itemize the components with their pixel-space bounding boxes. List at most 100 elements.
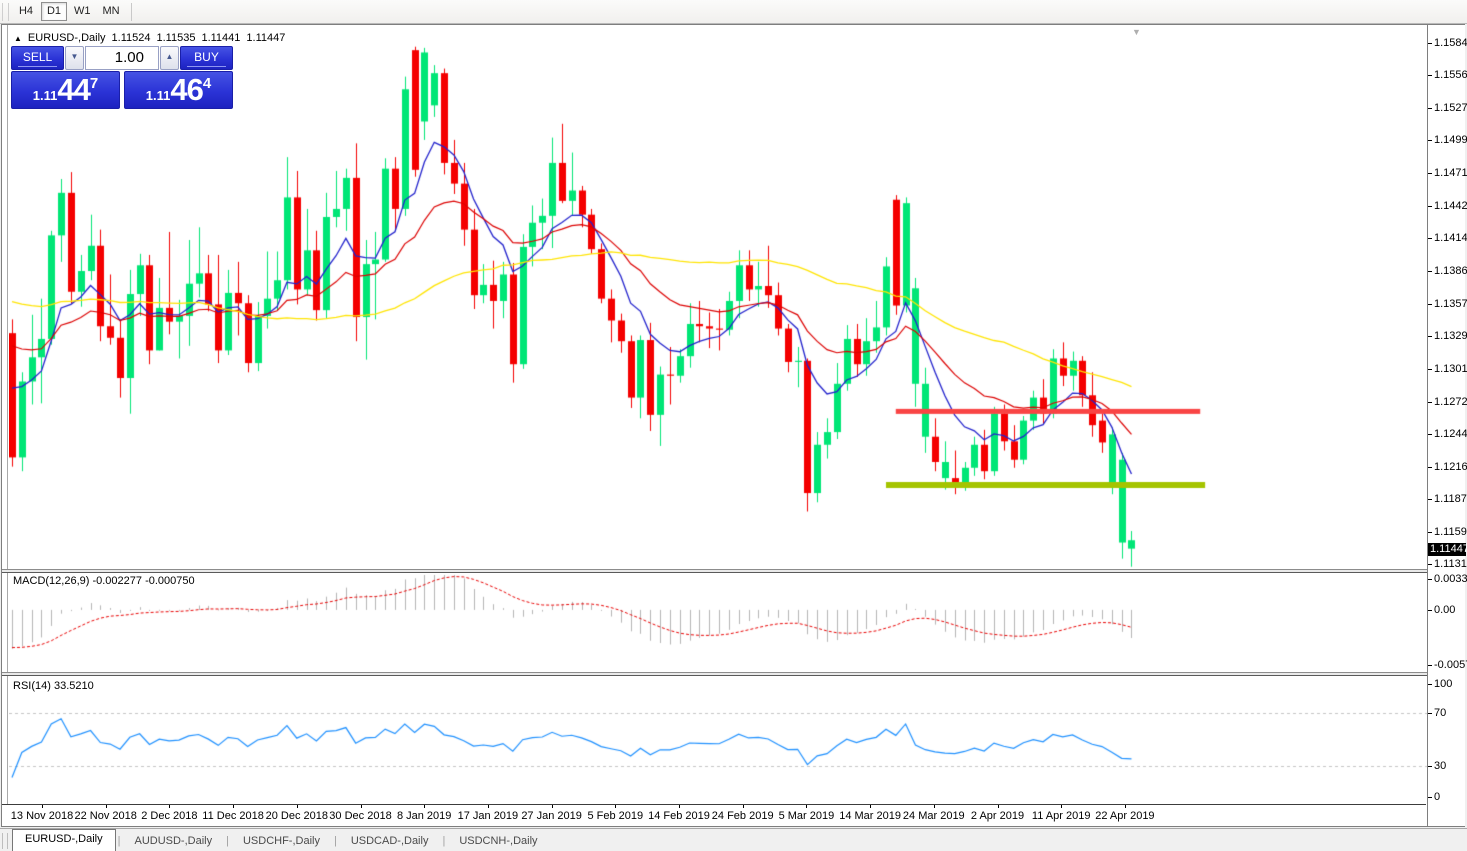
macd-indicator-canvas[interactable]	[9, 572, 1427, 672]
date-tick-label: 2 Dec 2018	[141, 810, 198, 822]
date-tick-label: 14 Feb 2019	[648, 810, 710, 822]
current-price-tag: 1.11447	[1428, 542, 1467, 556]
quote-low: 1.11441	[201, 32, 241, 44]
chart-tab-eurusd[interactable]: EURUSD-,Daily	[12, 829, 116, 851]
macd-label: MACD(12,26,9) -0.002277 -0.000750	[13, 575, 195, 587]
buy-price-button[interactable]: 1.11 46 4	[124, 71, 233, 109]
date-tick-label: 20 Dec 2018	[265, 810, 328, 822]
rsi-axis-label: 70	[1428, 707, 1466, 719]
tab-separator: |	[333, 835, 337, 847]
sell-price-pip: 7	[89, 75, 99, 92]
date-tick	[1061, 805, 1063, 808]
timeframe-toolbar: H4 D1 W1 MN	[0, 0, 1467, 24]
date-tick	[105, 805, 107, 808]
date-tick	[233, 805, 235, 808]
date-tick-label: 5 Mar 2019	[778, 810, 835, 822]
toolbar-grip[interactable]	[2, 2, 9, 21]
volume-input[interactable]: 1.00	[85, 46, 159, 70]
date-tick	[679, 805, 680, 808]
date-tick-label: 24 Feb 2019	[711, 810, 774, 822]
date-tick	[997, 805, 999, 808]
buy-button[interactable]: BUY	[180, 46, 233, 70]
tab-separator: |	[117, 835, 121, 847]
chart-tab-bar: EURUSD-,Daily | AUDUSD-,Daily | USDCHF-,Dail…	[0, 828, 1467, 851]
date-tick	[742, 805, 744, 808]
date-tick-label: 22 Apr 2019	[1095, 810, 1155, 822]
date-tick-label: 13 Nov 2018	[10, 810, 74, 822]
rsi-axis-label: 0	[1428, 791, 1466, 803]
chart-shift-marker-icon[interactable]: ▼	[1132, 27, 1141, 37]
date-tick-label: 2 Apr 2019	[970, 810, 1025, 822]
tab-separator: |	[442, 835, 446, 847]
date-tick	[933, 805, 935, 808]
date-tick	[551, 805, 553, 808]
toolbar-separator	[130, 2, 132, 21]
buy-price-prefix: 1.11	[145, 88, 171, 103]
tab-bar-grip	[2, 833, 8, 849]
quote-high: 1.11535	[156, 32, 196, 44]
date-tick-label: 24 Mar 2019	[902, 810, 965, 822]
price-tick-label: 1.12445	[1428, 428, 1467, 440]
price-tick-label: 1.14995	[1428, 134, 1467, 146]
volume-increase-button[interactable]: ▲	[160, 46, 179, 70]
date-tick	[806, 805, 808, 808]
date-tick	[360, 805, 362, 808]
date-tick	[1124, 805, 1126, 808]
price-tick-label: 1.14710	[1428, 167, 1467, 179]
price-tick-label: 1.15275	[1428, 102, 1467, 114]
chart-tab-usdcad[interactable]: USDCAD-,Daily	[339, 832, 441, 851]
date-axis[interactable]: 13 Nov 2018 22 Nov 2018 2 Dec 2018 11 Dec 2…	[2, 804, 1426, 826]
chart-tab-usdcnh[interactable]: USDCNH-,Daily	[447, 832, 549, 851]
price-tick-label: 1.11595	[1428, 526, 1467, 538]
date-tick-label: 8 Jan 2019	[396, 810, 452, 822]
buy-price-main: 46	[170, 72, 203, 107]
date-tick-label: 17 Jan 2019	[457, 810, 519, 822]
tab-separator: |	[226, 835, 229, 847]
date-tick	[296, 805, 298, 808]
sell-price-button[interactable]: 1.11 44 7	[11, 71, 120, 109]
symbol-name: EURUSD-,Daily	[27, 32, 106, 44]
date-tick	[870, 805, 872, 808]
date-tick	[487, 805, 489, 808]
timeframe-button-mn[interactable]: MN	[98, 2, 125, 21]
date-tick-label: 30 Dec 2018	[329, 810, 392, 822]
chart-tab-usdchf[interactable]: USDCHF-,Daily	[231, 832, 332, 851]
date-tick-label: 27 Jan 2019	[521, 810, 582, 822]
macd-axis-label: -0.005737	[1428, 659, 1467, 671]
price-tick-label: 1.13295	[1428, 330, 1467, 342]
price-tick-label: 1.12725	[1428, 396, 1467, 408]
rsi-label: RSI(14) 33.5210	[13, 680, 94, 692]
volume-decrease-button[interactable]: ▼	[65, 46, 84, 70]
rsi-axis-label: 30	[1428, 760, 1466, 772]
price-tick-label: 1.11875	[1428, 493, 1467, 505]
date-tick-label: 11 Dec 2018	[202, 810, 264, 822]
quote-open: 1.11524	[111, 32, 151, 44]
buy-price-pip: 4	[202, 75, 212, 92]
price-tick-label: 1.15845	[1428, 37, 1467, 49]
chart-tab-audusd[interactable]: AUDUSD-,Daily	[122, 832, 224, 851]
price-tick-label: 1.12160	[1428, 461, 1467, 473]
macd-axis-label: 0.00	[1428, 604, 1466, 616]
timeframe-button-h4[interactable]: H4	[13, 2, 39, 21]
sell-price-main: 44	[57, 72, 90, 107]
price-tick-label: 1.14145	[1428, 232, 1467, 244]
macd-axis-label: 0.003386	[1428, 573, 1467, 585]
timeframe-button-d1[interactable]: D1	[41, 2, 67, 21]
date-tick-label: 22 Nov 2018	[74, 810, 137, 822]
timeframe-button-w1[interactable]: W1	[69, 2, 96, 21]
quote-header: ▲ EURUSD-,Daily 1.11524 1.11535 1.11441 …	[14, 32, 285, 44]
price-tick-label: 1.14425	[1428, 200, 1467, 212]
sell-price-prefix: 1.11	[32, 88, 58, 103]
date-tick-label: 14 Mar 2019	[839, 810, 901, 822]
collapse-panel-icon[interactable]: ▲	[14, 34, 22, 43]
sell-button[interactable]: SELL	[11, 46, 64, 70]
chart-window: ▲ EURUSD-,Daily 1.11524 1.11535 1.11441 …	[1, 24, 1467, 827]
rsi-axis-label: 100	[1428, 678, 1466, 690]
rsi-indicator-canvas[interactable]	[9, 676, 1427, 804]
date-tick	[169, 805, 171, 808]
date-tick	[615, 805, 617, 808]
chart-frame-line	[7, 25, 8, 826]
date-tick-label: 5 Feb 2019	[587, 810, 644, 822]
price-scale[interactable]: 1.15845 1.15560 1.15275 1.14995 1.14710 1.144…	[1427, 25, 1467, 826]
price-tick-label: 1.13860	[1428, 265, 1467, 277]
